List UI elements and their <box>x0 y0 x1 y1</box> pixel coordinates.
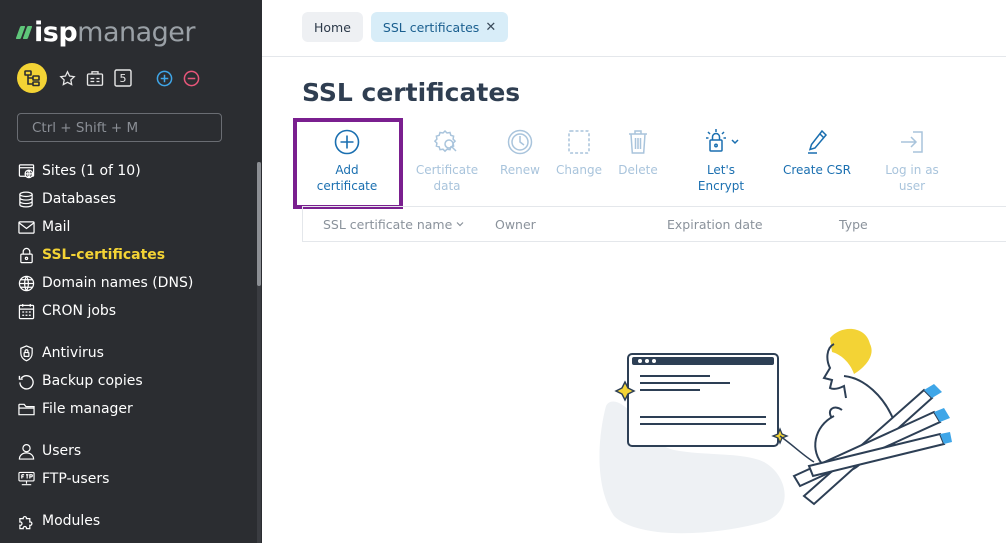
sidebar-item-label: Users <box>42 443 82 459</box>
add-certificate-label-2: certificate <box>316 179 378 193</box>
tab-home[interactable]: Home <box>302 12 363 42</box>
expand-all-icon[interactable] <box>156 70 173 87</box>
sidebar-item-label: Antivirus <box>42 345 104 361</box>
folder-icon <box>17 400 35 418</box>
sidebar-item-mail[interactable]: Mail <box>0 213 256 241</box>
sidebar-item-antivirus[interactable]: Antivirus <box>0 339 256 367</box>
column-header-owner[interactable]: Owner <box>495 207 536 241</box>
login-as-user-label-1: Log in as <box>885 163 939 177</box>
calendar-icon <box>17 302 35 320</box>
column-header-label: Type <box>839 216 868 232</box>
sidebar-item-label: Databases <box>42 191 117 207</box>
collapse-all-icon[interactable] <box>183 70 200 87</box>
column-header-label: Owner <box>495 216 536 232</box>
menu-search-input[interactable] <box>17 113 222 142</box>
tab-bar: Home SSL certificates ✕ <box>302 12 509 42</box>
certificate-search-icon <box>434 129 457 153</box>
add-certificate-label-1: Add <box>335 163 359 177</box>
create-csr-button[interactable]: Create CSR <box>772 122 862 178</box>
sidebar-item-sites[interactable]: Sites (1 of 10) <box>0 157 256 185</box>
sidebar-item-ftp-users[interactable]: FTP-users <box>0 465 256 493</box>
dashboard-icon[interactable] <box>86 70 104 87</box>
add-certificate-button[interactable]: Add certificate <box>302 122 392 194</box>
sidebar-item-label: File manager <box>42 401 133 417</box>
sidebar-item-label: SSL-certificates <box>42 247 166 263</box>
sidebar-item-cron[interactable]: CRON jobs <box>0 297 256 325</box>
pen-icon <box>808 129 828 154</box>
sidebar-item-file-manager[interactable]: File manager <box>0 395 256 423</box>
tree-menu-icon[interactable] <box>17 63 47 93</box>
lets-encrypt-button[interactable]: Let's Encrypt <box>676 122 766 194</box>
close-icon[interactable]: ✕ <box>485 20 496 35</box>
logo-text-bold: isp <box>34 16 78 48</box>
login-as-user-button[interactable]: Log in as user <box>867 122 957 194</box>
sidebar-item-ssl-certificates[interactable]: SSL-certificates <box>0 241 256 269</box>
renew-icon <box>507 129 533 155</box>
quick-actions: 5 <box>17 62 210 94</box>
column-header-expiration[interactable]: Expiration date <box>667 207 763 241</box>
sidebar-scrollbar[interactable] <box>257 162 261 286</box>
lock-icon <box>17 246 35 264</box>
column-header-label: Expiration date <box>667 216 763 232</box>
notification-count: 5 <box>119 71 127 85</box>
sidebar-item-label: Sites (1 of 10) <box>42 163 141 179</box>
mail-icon <box>17 218 35 236</box>
create-csr-label: Create CSR <box>782 163 852 177</box>
sidebar-item-users[interactable]: Users <box>0 437 256 465</box>
divider <box>262 56 1006 57</box>
delete-label: Delete <box>618 163 658 177</box>
globe-icon <box>17 162 35 180</box>
shield-icon <box>17 344 35 362</box>
tab-ssl-certificates[interactable]: SSL certificates ✕ <box>370 12 509 42</box>
sidebar-item-label: Backup copies <box>42 373 143 389</box>
backup-icon <box>17 372 35 390</box>
login-icon <box>901 131 923 153</box>
chevron-down-icon <box>456 222 464 227</box>
sidebar: isp manager 5 Sites (1 of 1 <box>0 0 262 543</box>
column-header-name[interactable]: SSL certificate name <box>323 207 465 241</box>
sidebar-item-label: FTP-users <box>42 471 110 487</box>
trash-icon <box>629 130 647 154</box>
table-header: SSL certificate name Owner Expiration da… <box>302 206 1006 242</box>
logo[interactable]: isp manager <box>15 16 196 48</box>
sidebar-item-dns[interactable]: Domain names (DNS) <box>0 269 256 297</box>
lets-encrypt-label-1: Let's <box>706 163 736 177</box>
sidebar-item-modules[interactable]: Modules <box>0 507 256 535</box>
page-title: SSL certificates <box>302 78 521 107</box>
tab-label: SSL certificates <box>382 19 480 35</box>
dns-icon <box>17 274 35 292</box>
star-icon[interactable] <box>59 69 76 87</box>
sidebar-item-databases[interactable]: Databases <box>0 185 256 213</box>
sidebar-item-label: CRON jobs <box>42 303 117 319</box>
plus-circle-icon <box>334 129 360 155</box>
login-as-user-label-2: user <box>898 179 926 193</box>
certificate-data-label-2: data <box>433 179 461 193</box>
user-icon <box>17 442 35 460</box>
main-content: Home SSL certificates ✕ SSL certificates… <box>262 0 1006 543</box>
tab-label: Home <box>314 19 351 35</box>
logo-mark-icon <box>15 25 33 39</box>
sidebar-item-backup[interactable]: Backup copies <box>0 367 256 395</box>
ftp-icon <box>17 470 35 488</box>
database-icon <box>17 190 35 208</box>
sidebar-item-label: Modules <box>42 513 101 529</box>
lets-encrypt-lock-icon <box>706 129 739 152</box>
column-header-label: SSL certificate name <box>323 216 453 232</box>
empty-state-illustration <box>599 328 952 534</box>
logo-text-light: manager <box>77 16 196 48</box>
notification-count-icon[interactable]: 5 <box>114 69 132 87</box>
lets-encrypt-label-2: Encrypt <box>697 179 745 193</box>
modules-icon <box>17 512 35 530</box>
sidebar-item-label: Domain names (DNS) <box>42 275 194 291</box>
sidebar-nav: Sites (1 of 10) Databases Mail SSL-certi… <box>0 157 256 535</box>
sidebar-item-label: Mail <box>42 219 71 235</box>
column-header-type[interactable]: Type <box>839 207 868 241</box>
change-icon <box>568 130 590 154</box>
delete-button[interactable]: Delete <box>593 122 683 178</box>
